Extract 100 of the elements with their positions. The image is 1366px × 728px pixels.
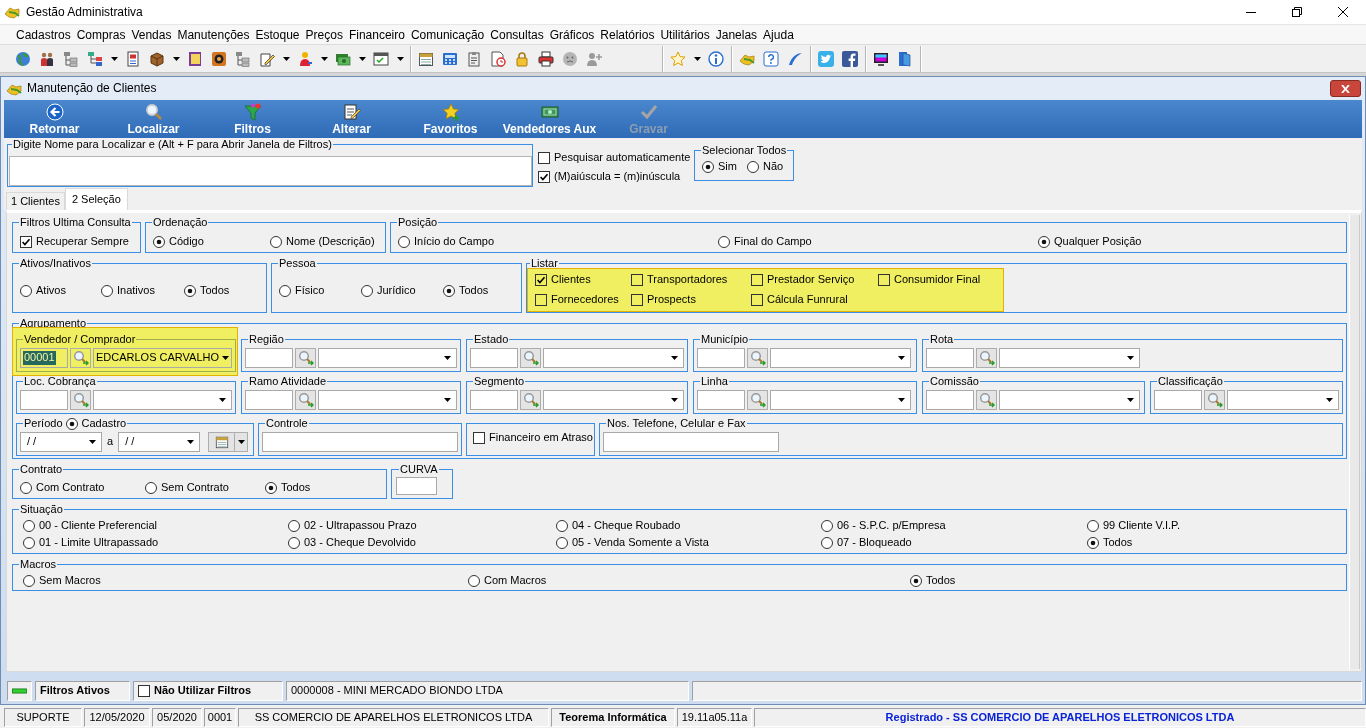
radio-button[interactable] xyxy=(443,285,455,297)
radio-button[interactable] xyxy=(23,574,35,587)
tab[interactable]: 2 Seleção xyxy=(64,188,128,210)
hierarchy-icon[interactable] xyxy=(63,50,79,67)
menu-item[interactable]: Ajuda xyxy=(760,25,797,44)
star-icon[interactable] xyxy=(670,50,686,67)
menu-item[interactable]: Cadastros xyxy=(13,25,74,44)
box-icon[interactable] xyxy=(149,50,165,67)
lookup-button[interactable] xyxy=(976,348,997,368)
lookup-button[interactable] xyxy=(70,390,91,410)
document-clock-icon[interactable] xyxy=(490,50,506,67)
caret-icon[interactable] xyxy=(358,56,366,61)
code-field[interactable] xyxy=(1154,390,1202,410)
hierarchy-icon[interactable] xyxy=(235,50,251,67)
menu-item[interactable]: Relatórios xyxy=(597,25,658,44)
caret-icon[interactable] xyxy=(110,56,118,61)
menu-item[interactable]: Vendas xyxy=(128,25,175,44)
radio-button[interactable] xyxy=(20,285,32,297)
date-field[interactable]: / / xyxy=(20,432,102,452)
toolbar-button[interactable]: Alterar xyxy=(302,100,401,138)
code-field[interactable] xyxy=(470,348,518,368)
menu-item[interactable]: Consultas xyxy=(487,25,547,44)
search-field[interactable] xyxy=(9,156,532,186)
hierarchy-icon[interactable] xyxy=(87,50,103,67)
printer-icon[interactable] xyxy=(538,50,554,67)
menu-item[interactable]: Janelas xyxy=(712,25,761,44)
radio-button[interactable] xyxy=(821,519,833,532)
code-field[interactable]: 00001 xyxy=(20,348,68,368)
radio-button[interactable] xyxy=(1087,536,1099,549)
date-field[interactable]: / / xyxy=(118,432,201,452)
face-icon[interactable] xyxy=(562,50,578,67)
checkbox[interactable] xyxy=(751,274,763,286)
caret-icon[interactable] xyxy=(396,56,404,61)
radio-button[interactable] xyxy=(279,285,291,297)
calendar-button[interactable] xyxy=(208,432,249,452)
lock-icon[interactable] xyxy=(514,50,530,67)
checkbox[interactable] xyxy=(538,170,550,183)
document-pencil-icon[interactable] xyxy=(259,50,275,67)
code-field[interactable] xyxy=(697,348,745,368)
code-field[interactable] xyxy=(245,348,293,368)
code-field[interactable] xyxy=(926,390,974,410)
radio-button[interactable] xyxy=(288,519,300,532)
checkbox[interactable] xyxy=(535,274,547,286)
lookup-button[interactable] xyxy=(747,348,768,368)
code-field[interactable] xyxy=(697,390,745,410)
caret-icon[interactable] xyxy=(172,56,180,61)
code-field[interactable] xyxy=(20,390,68,410)
radio-button[interactable] xyxy=(23,536,35,549)
lookup-button[interactable] xyxy=(295,390,316,410)
checkbox[interactable] xyxy=(473,432,485,444)
radio-button[interactable] xyxy=(153,236,165,248)
dropdown-field[interactable] xyxy=(543,390,684,410)
radio-button[interactable] xyxy=(910,574,922,587)
menu-item[interactable]: Utilitários xyxy=(657,25,713,44)
menu-item[interactable]: Estoque xyxy=(252,25,303,44)
radio-button[interactable] xyxy=(702,161,714,173)
menu-item[interactable]: Comunicação xyxy=(407,25,488,44)
globe-icon[interactable] xyxy=(15,50,31,67)
checkbox[interactable] xyxy=(20,236,32,248)
radio-button[interactable] xyxy=(556,536,568,549)
lookup-button[interactable] xyxy=(520,390,541,410)
calendar-icon[interactable] xyxy=(418,50,434,67)
lookup-button[interactable] xyxy=(747,390,768,410)
radio-button[interactable] xyxy=(361,285,373,297)
monitor-icon[interactable] xyxy=(873,50,889,67)
toolbar-button[interactable]: Vendedores Aux xyxy=(500,100,599,138)
checkbox[interactable] xyxy=(538,151,550,164)
radio-button[interactable] xyxy=(20,482,32,494)
menu-item[interactable]: Gráficos xyxy=(546,25,598,44)
radio-button[interactable] xyxy=(101,285,113,297)
radio-button[interactable] xyxy=(65,417,78,430)
document-icon[interactable] xyxy=(125,50,141,67)
dropdown-field[interactable] xyxy=(999,390,1140,410)
toolbar-button[interactable]: Filtros xyxy=(203,100,302,138)
clipboard-icon[interactable] xyxy=(466,50,482,67)
toolbar-button[interactable]: Localizar xyxy=(104,100,203,138)
dropdown-field[interactable] xyxy=(999,348,1140,368)
radio-button[interactable] xyxy=(1038,236,1050,248)
radio-button[interactable] xyxy=(23,519,35,532)
vertical-scrollbar[interactable] xyxy=(1349,215,1360,669)
code-field[interactable] xyxy=(926,348,974,368)
calculator-icon[interactable] xyxy=(442,50,458,67)
radio-button[interactable] xyxy=(468,574,480,587)
swoosh-icon[interactable] xyxy=(787,50,803,67)
lookup-button[interactable] xyxy=(976,390,997,410)
square-logo-icon[interactable] xyxy=(842,50,858,67)
menu-item[interactable]: Manutenções xyxy=(174,25,253,44)
target-icon[interactable] xyxy=(211,50,227,67)
radio-button[interactable] xyxy=(398,236,410,248)
info-icon[interactable] xyxy=(708,50,724,67)
dropdown-field[interactable] xyxy=(770,390,911,410)
dropdown-field[interactable] xyxy=(318,390,457,410)
dropdown-field[interactable] xyxy=(770,348,911,368)
close-button[interactable] xyxy=(1330,80,1361,97)
radio-button[interactable] xyxy=(184,285,196,297)
code-field[interactable] xyxy=(470,390,518,410)
door-icon[interactable] xyxy=(897,50,913,67)
input-field[interactable] xyxy=(262,432,458,452)
dropdown-field[interactable]: EDCARLOS CARVALHO xyxy=(93,348,232,368)
menu-item[interactable]: Compras xyxy=(73,25,129,44)
